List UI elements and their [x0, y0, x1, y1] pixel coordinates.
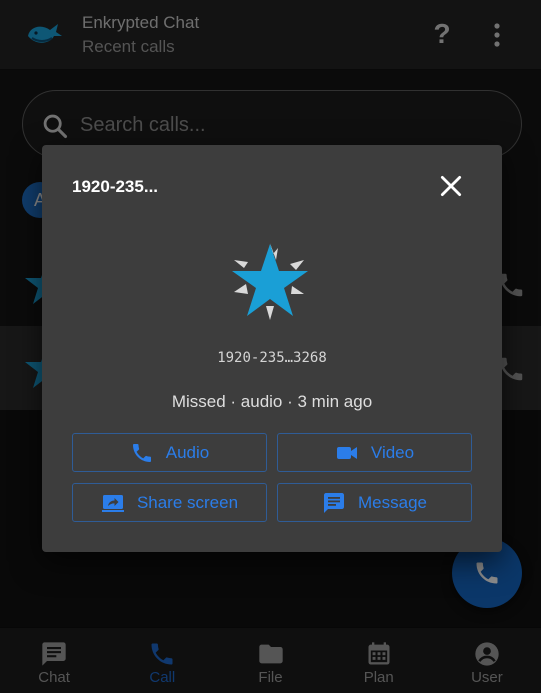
screen-share-icon [101, 494, 124, 512]
share-button-label: Share screen [136, 492, 239, 512]
close-icon[interactable] [438, 173, 464, 199]
message-icon [324, 492, 344, 513]
message-button[interactable]: Message [277, 483, 472, 522]
dialog-title: 1920-235... [72, 177, 159, 196]
call-status: Missed · audio · 3 min ago [171, 392, 373, 411]
audio-button-label: Audio [165, 442, 210, 462]
call-details-dialog: 1920-235... 1920-235…3268 Missed · audio… [42, 145, 502, 552]
videocam-icon [336, 446, 357, 459]
phone-icon [132, 443, 151, 462]
share-screen-button[interactable]: Share screen [72, 483, 267, 522]
video-call-button[interactable]: Video [277, 433, 472, 472]
audio-call-button[interactable]: Audio [72, 433, 267, 472]
contact-star-avatar-icon [232, 243, 308, 320]
message-button-label: Message [358, 492, 427, 512]
contact-number: 1920-235…3268 [217, 350, 327, 366]
video-button-label: Video [370, 442, 415, 462]
